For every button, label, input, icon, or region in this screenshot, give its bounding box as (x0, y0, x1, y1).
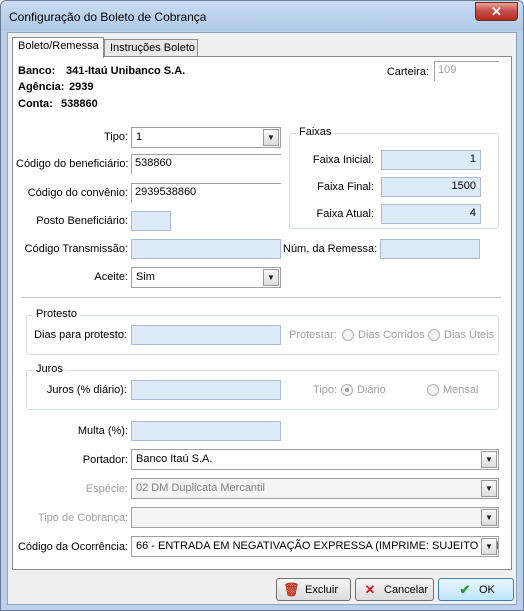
faixa-final-label: Faixa Final: (317, 181, 374, 193)
convenio-label: Código do convênio: (27, 187, 128, 199)
remessa-input[interactable] (380, 239, 480, 259)
beneficiario-label: Código do beneficiário: (16, 158, 129, 170)
juros-tipo-label: Tipo: (313, 384, 338, 396)
portador-select[interactable]: Banco Itaú S.A. ▼ (131, 449, 499, 470)
close-button[interactable]: ✕ (475, 2, 518, 21)
radio-dias-corridos[interactable] (342, 329, 354, 341)
especie-selected: 02 DM Duplicata Mercantil (136, 482, 265, 494)
ok-label: OK (479, 584, 495, 596)
ok-button[interactable]: ✔ OK (438, 578, 514, 601)
faixa-inicial-input[interactable]: 1 (381, 150, 481, 170)
juros-input[interactable] (131, 380, 281, 400)
conta-value: 538860 (61, 98, 98, 110)
protesto-title: Protesto (33, 308, 80, 320)
faixa-atual-label: Faixa Atual: (316, 208, 374, 220)
banco-value: 341-Itaú Unibanco S.A. (66, 65, 186, 77)
faixas-title: Faixas (296, 126, 335, 138)
aceite-label: Aceite: (94, 271, 128, 283)
section-divider (21, 297, 501, 298)
banco-label: Banco: (18, 65, 56, 77)
juros-group: Juros Juros (% diário): Tipo: Diário Men… (26, 363, 499, 410)
chevron-down-icon[interactable]: ▼ (481, 451, 497, 468)
chevron-down-icon[interactable]: ▼ (481, 509, 497, 526)
chevron-down-icon[interactable]: ▼ (263, 269, 279, 286)
ocorrencia-label: Código da Ocorrência: (17, 541, 128, 553)
tab-boleto-remessa[interactable]: Boleto/Remessa (12, 37, 104, 58)
tab-panel-boleto-remessa: Banco: 341-Itaú Unibanco S.A. Agência: 2… (12, 56, 512, 570)
dias-uteis-label: Dias Úteis (444, 329, 495, 341)
faixa-final-input[interactable]: 1500 (381, 177, 481, 197)
juros-label: Juros (% diário): (46, 384, 127, 396)
mensal-label: Mensal (443, 384, 479, 396)
agencia-value: 2939 (69, 81, 94, 93)
excluir-button[interactable]: 🗑 Excluir (276, 578, 351, 601)
conta-label: Conta: (18, 98, 53, 110)
cancel-label: Cancelar (384, 584, 429, 596)
transmissao-label: Código Transmissão: (24, 243, 128, 255)
multa-input[interactable] (131, 421, 281, 441)
tipo-label: Tipo: (103, 131, 128, 143)
radio-mensal[interactable] (427, 384, 439, 396)
check-icon: ✔ (459, 582, 471, 597)
beneficiario-input[interactable]: 538860 (131, 154, 281, 174)
radio-diario[interactable] (341, 384, 353, 396)
close-icon: ✕ (491, 4, 502, 19)
tipo-cobranca-select[interactable]: ▼ (131, 507, 499, 528)
dias-protesto-label: Dias para protesto: (34, 329, 127, 341)
portador-selected: Banco Itaú S.A. (136, 453, 213, 465)
faixa-atual-input[interactable]: 4 (381, 204, 481, 224)
dialog-body: Boleto/Remessa Instruções Boleto Banco: … (7, 32, 517, 605)
especie-select[interactable]: 02 DM Duplicata Mercantil ▼ (131, 478, 499, 499)
tipo-cobranca-label: Tipo de Cobrança: (37, 512, 128, 524)
dias-corridos-label: Dias Corridos (358, 329, 425, 341)
posto-label: Posto Beneficiário: (36, 215, 128, 227)
posto-input[interactable] (131, 211, 171, 231)
tab-instrucoes-boleto[interactable]: Instruções Boleto (104, 39, 198, 57)
remessa-label: Núm. da Remessa: (283, 243, 378, 255)
chevron-down-icon[interactable]: ▼ (481, 538, 497, 555)
faixa-inicial-label: Faixa Inicial: (312, 154, 374, 166)
juros-title: Juros (33, 363, 66, 375)
faixas-group: Faixas Faixa Inicial: 1 Faixa Final: 150… (289, 126, 499, 229)
tipo-select[interactable]: 1 ▼ (131, 127, 281, 148)
dias-protesto-input[interactable] (131, 325, 281, 345)
cancel-button[interactable]: ✕ Cancelar (355, 578, 434, 601)
ocorrencia-selected: 66 - ENTRADA EM NEGATIVAÇÃO EXPRESSA (IM… (136, 540, 499, 552)
radio-dias-uteis[interactable] (428, 329, 440, 341)
dialog-window: Configuração do Boleto de Cobrança ✕ Bol… (0, 0, 524, 611)
chevron-down-icon[interactable]: ▼ (263, 129, 279, 146)
trash-icon: 🗑 (283, 582, 300, 597)
carteira-field: 109 (434, 61, 499, 81)
portador-label: Portador: (82, 454, 128, 466)
diario-label: Diário (357, 384, 386, 396)
transmissao-input[interactable] (131, 239, 281, 259)
cancel-x-icon: ✕ (364, 582, 376, 597)
multa-label: Multa (%): (77, 425, 128, 437)
protestar-label: Protestar: (289, 329, 337, 341)
tipo-selected: 1 (136, 131, 143, 143)
protesto-group: Protesto Dias para protesto: Protestar: … (26, 308, 499, 355)
carteira-label: Carteira: (386, 66, 429, 78)
agencia-label: Agência: (18, 81, 65, 93)
window-title: Configuração do Boleto de Cobrança (9, 10, 207, 24)
chevron-down-icon[interactable]: ▼ (481, 480, 497, 497)
aceite-select[interactable]: Sim ▼ (131, 267, 281, 288)
title-bar[interactable]: Configuração do Boleto de Cobrança ✕ (1, 1, 523, 31)
ocorrencia-select[interactable]: 66 - ENTRADA EM NEGATIVAÇÃO EXPRESSA (IM… (131, 536, 499, 557)
aceite-selected: Sim (136, 271, 155, 283)
especie-label: Espécie: (85, 483, 128, 495)
excluir-label: Excluir (305, 584, 339, 596)
convenio-input[interactable]: 2939538860 (131, 183, 281, 203)
